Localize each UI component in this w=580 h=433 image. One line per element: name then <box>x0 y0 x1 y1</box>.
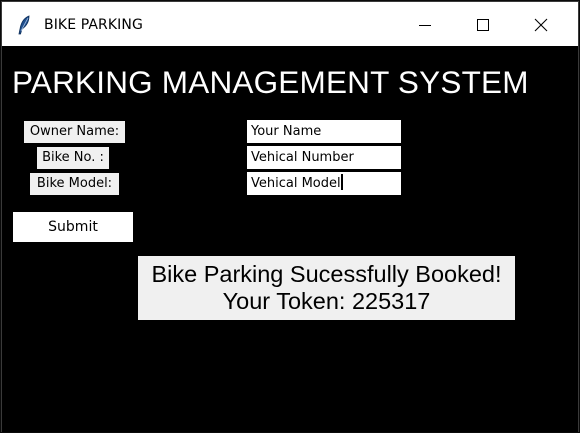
minimize-icon <box>419 25 431 26</box>
maximize-button[interactable] <box>454 2 512 46</box>
bike-number-label: Bike No. : <box>37 147 109 169</box>
page-title: PARKING MANAGEMENT SYSTEM <box>12 64 529 100</box>
window-title: BIKE PARKING <box>44 17 143 33</box>
close-button[interactable] <box>512 2 578 46</box>
text-cursor <box>340 174 343 190</box>
main-content: PARKING MANAGEMENT SYSTEM Owner Name: Bi… <box>2 46 578 432</box>
bike-number-field[interactable]: Vehical Number <box>247 146 401 169</box>
bike-model-field[interactable]: Vehical Model <box>247 172 401 195</box>
bike-model-value: Vehical Model <box>251 176 341 191</box>
owner-name-label: Owner Name: <box>24 121 125 143</box>
bike-model-label: Bike Model: <box>30 173 119 195</box>
booking-result-message: Bike Parking Sucessfully Booked! Your To… <box>138 256 515 320</box>
result-line-booked: Bike Parking Sucessfully Booked! <box>151 261 502 287</box>
minimize-button[interactable] <box>396 2 454 46</box>
owner-name-field[interactable]: Your Name <box>247 120 401 143</box>
result-line-token: Your Token: 225317 <box>222 288 431 314</box>
feather-icon <box>16 15 34 35</box>
maximize-icon <box>477 19 489 31</box>
close-icon <box>534 18 548 32</box>
submit-button[interactable]: Submit <box>13 212 133 242</box>
app-window: BIKE PARKING PARKING MANAGEMENT SYSTEM O… <box>1 1 579 432</box>
title-bar[interactable]: BIKE PARKING <box>2 2 578 46</box>
